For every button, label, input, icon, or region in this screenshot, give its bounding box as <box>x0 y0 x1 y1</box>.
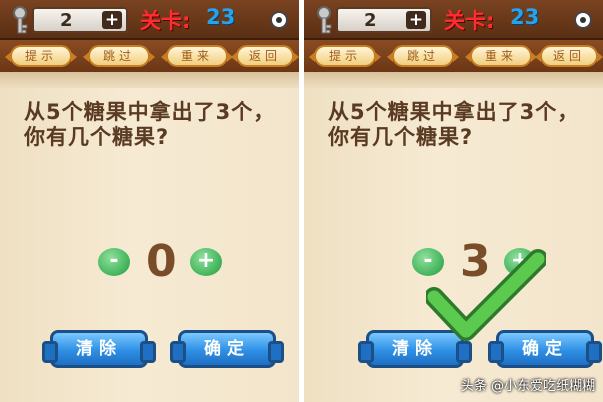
hint-button[interactable]: 提示 <box>5 45 77 67</box>
hint-key-counter: 2 + <box>336 7 432 33</box>
menu-bar: 提示 跳过 重来 返回 <box>304 40 603 72</box>
answer-value: 0 <box>146 236 177 287</box>
question-text: 从5个糖果中拿出了3个， 你有几个糖果? <box>328 100 598 150</box>
top-bar: 2 + 关卡: 23 <box>304 0 603 40</box>
question-line-1: 从5个糖果中拿出了3个， <box>24 100 276 124</box>
level-label: 关卡: <box>140 9 191 33</box>
watermark: 头条 @小东爱吃纸糊糊 <box>460 379 595 394</box>
key-count: 2 <box>60 10 73 31</box>
clear-button[interactable]: 清除 <box>42 330 156 368</box>
key-icon <box>13 6 28 34</box>
hint-button[interactable]: 提示 <box>309 45 381 67</box>
question-line-1: 从5个糖果中拿出了3个， <box>328 100 580 124</box>
menu-bar: 提示 跳过 重来 返回 <box>0 40 299 72</box>
back-button[interactable]: 返回 <box>231 45 299 67</box>
level-number: 23 <box>206 5 236 29</box>
question-line-2: 你有几个糖果? <box>328 125 474 149</box>
add-keys-button[interactable]: + <box>406 11 426 29</box>
key-count: 2 <box>364 10 377 31</box>
question-text: 从5个糖果中拿出了3个， 你有几个糖果? <box>24 100 294 150</box>
game-panel-after: 2 + 关卡: 23 提示 跳过 重来 返回 从5个糖果中拿出了3个， 你有几个… <box>304 0 603 402</box>
confirm-button[interactable]: 确定 <box>170 330 284 368</box>
board-edge <box>0 72 299 88</box>
checkmark-icon <box>426 249 546 341</box>
top-bar: 2 + 关卡: 23 <box>0 0 299 40</box>
decrement-button[interactable]: - <box>98 248 130 276</box>
increment-button[interactable]: + <box>190 248 222 276</box>
back-button[interactable]: 返回 <box>535 45 603 67</box>
target-icon[interactable] <box>270 11 288 29</box>
skip-button[interactable]: 跳过 <box>387 45 459 67</box>
target-icon[interactable] <box>574 11 592 29</box>
key-icon <box>317 6 332 34</box>
add-keys-button[interactable]: + <box>102 11 122 29</box>
hint-key-counter: 2 + <box>32 7 128 33</box>
level-number: 23 <box>510 5 540 29</box>
question-line-2: 你有几个糖果? <box>24 125 170 149</box>
board-edge <box>304 72 603 88</box>
level-label: 关卡: <box>444 9 495 33</box>
game-panel-before: 2 + 关卡: 23 提示 跳过 重来 返回 从5个糖果中拿出了3个， 你有几个… <box>0 0 299 402</box>
skip-button[interactable]: 跳过 <box>83 45 155 67</box>
restart-button[interactable]: 重来 <box>465 45 537 67</box>
restart-button[interactable]: 重来 <box>161 45 233 67</box>
